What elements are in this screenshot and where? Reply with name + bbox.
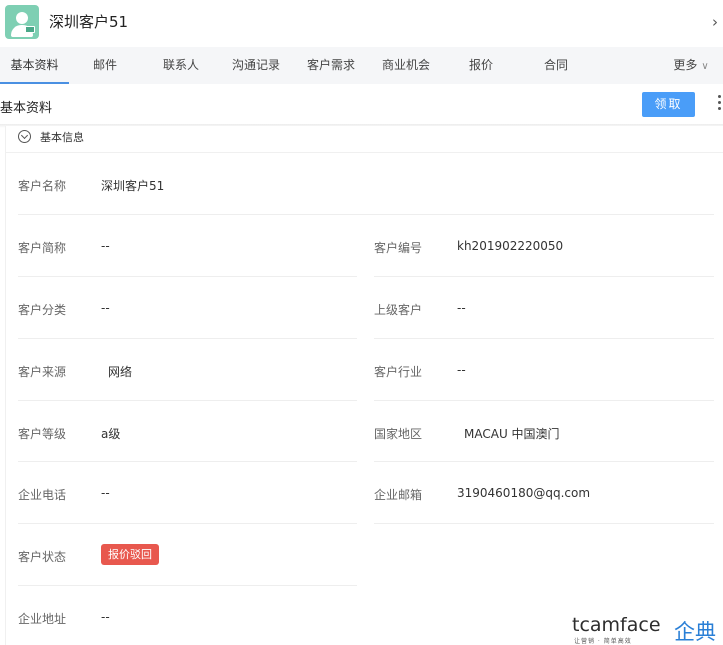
tab-contracts[interactable]: 合同 [536,47,576,84]
row-divider [18,523,357,524]
group-divider [5,152,723,153]
field-label-customer-no: 客户编号 [374,241,423,255]
field-value-industry: -- [457,363,466,377]
row-divider [374,523,714,524]
tab-quotes[interactable]: 报价 [461,47,501,84]
field-label-address: 企业地址 [18,612,67,626]
field-label-phone: 企业电话 [18,488,67,502]
row-divider [18,585,357,586]
field-value-customer-name: 深圳客户51 [101,179,165,193]
tab-basic-info[interactable]: 基本资料 [0,47,69,84]
field-label-category: 客户分类 [18,303,67,317]
field-value-region: MACAU 中国澳门 [464,427,560,441]
detail-header: 深圳客户51 › [0,0,723,45]
row-divider [18,214,714,215]
tab-bar: 基本资料 邮件 联系人 沟通记录 客户需求 商业机会 报价 合同 更多 ∨ [0,47,723,84]
field-label-status: 客户状态 [18,550,67,564]
row-divider [374,461,714,462]
field-label-level: 客户等级 [18,427,67,441]
collapse-icon[interactable] [18,130,31,143]
row-divider [18,338,357,339]
section-title: 基本资料 [0,101,53,116]
row-divider [18,276,357,277]
field-value-short-name: -- [101,239,110,253]
active-tab-indicator [0,82,69,84]
customer-avatar-icon [5,5,39,39]
tab-email[interactable]: 邮件 [80,47,130,84]
chevron-right-icon[interactable]: › [712,12,723,32]
basic-info-card [5,126,723,645]
field-value-customer-no: kh201902220050 [457,239,564,253]
watermark-brand-cn: 企典 [674,620,716,644]
field-value-parent: -- [457,301,466,315]
claim-button[interactable]: 领取 [642,92,695,117]
field-label-short-name: 客户简称 [18,241,67,255]
row-divider [374,400,714,401]
field-value-level: a级 [101,427,121,441]
field-label-source: 客户来源 [18,365,67,379]
field-label-email: 企业邮箱 [374,488,423,502]
tab-contacts[interactable]: 联系人 [153,47,209,84]
row-divider [18,400,357,401]
chevron-down-icon: ∨ [701,61,709,72]
row-divider [374,338,714,339]
more-options-icon[interactable] [716,95,722,115]
field-value-source: 网络 [108,365,133,379]
group-label: 基本信息 [40,131,84,144]
customer-detail-panel: 深圳客户51 › 基本资料 邮件 联系人 沟通记录 客户需求 商业机会 报价 合… [0,0,723,645]
tab-more-label: 更多 [673,58,698,72]
field-value-phone: -- [101,486,110,500]
watermark-brand-en: tcamface [572,614,661,636]
row-divider [374,276,714,277]
watermark-slogan: 让营销 · 简单高效 [574,638,632,645]
tab-opportunities[interactable]: 商业机会 [376,47,436,84]
customer-title: 深圳客户51 [49,13,129,31]
tab-communication[interactable]: 沟通记录 [226,47,286,84]
field-label-parent: 上级客户 [374,303,423,317]
row-divider [18,461,357,462]
field-value-category: -- [101,301,110,315]
field-value-email: 3190460180@qq.com [457,486,591,500]
field-label-customer-name: 客户名称 [18,179,67,193]
field-label-region: 国家地区 [374,427,423,441]
brand-watermark-logo: tcamface 企典 让营销 · 简单高效 [572,614,723,645]
tab-more[interactable]: 更多 ∨ [666,47,716,84]
field-value-address: -- [101,610,110,624]
field-label-industry: 客户行业 [374,365,423,379]
tab-requirements[interactable]: 客户需求 [301,47,361,84]
status-badge: 报价驳回 [101,544,159,565]
